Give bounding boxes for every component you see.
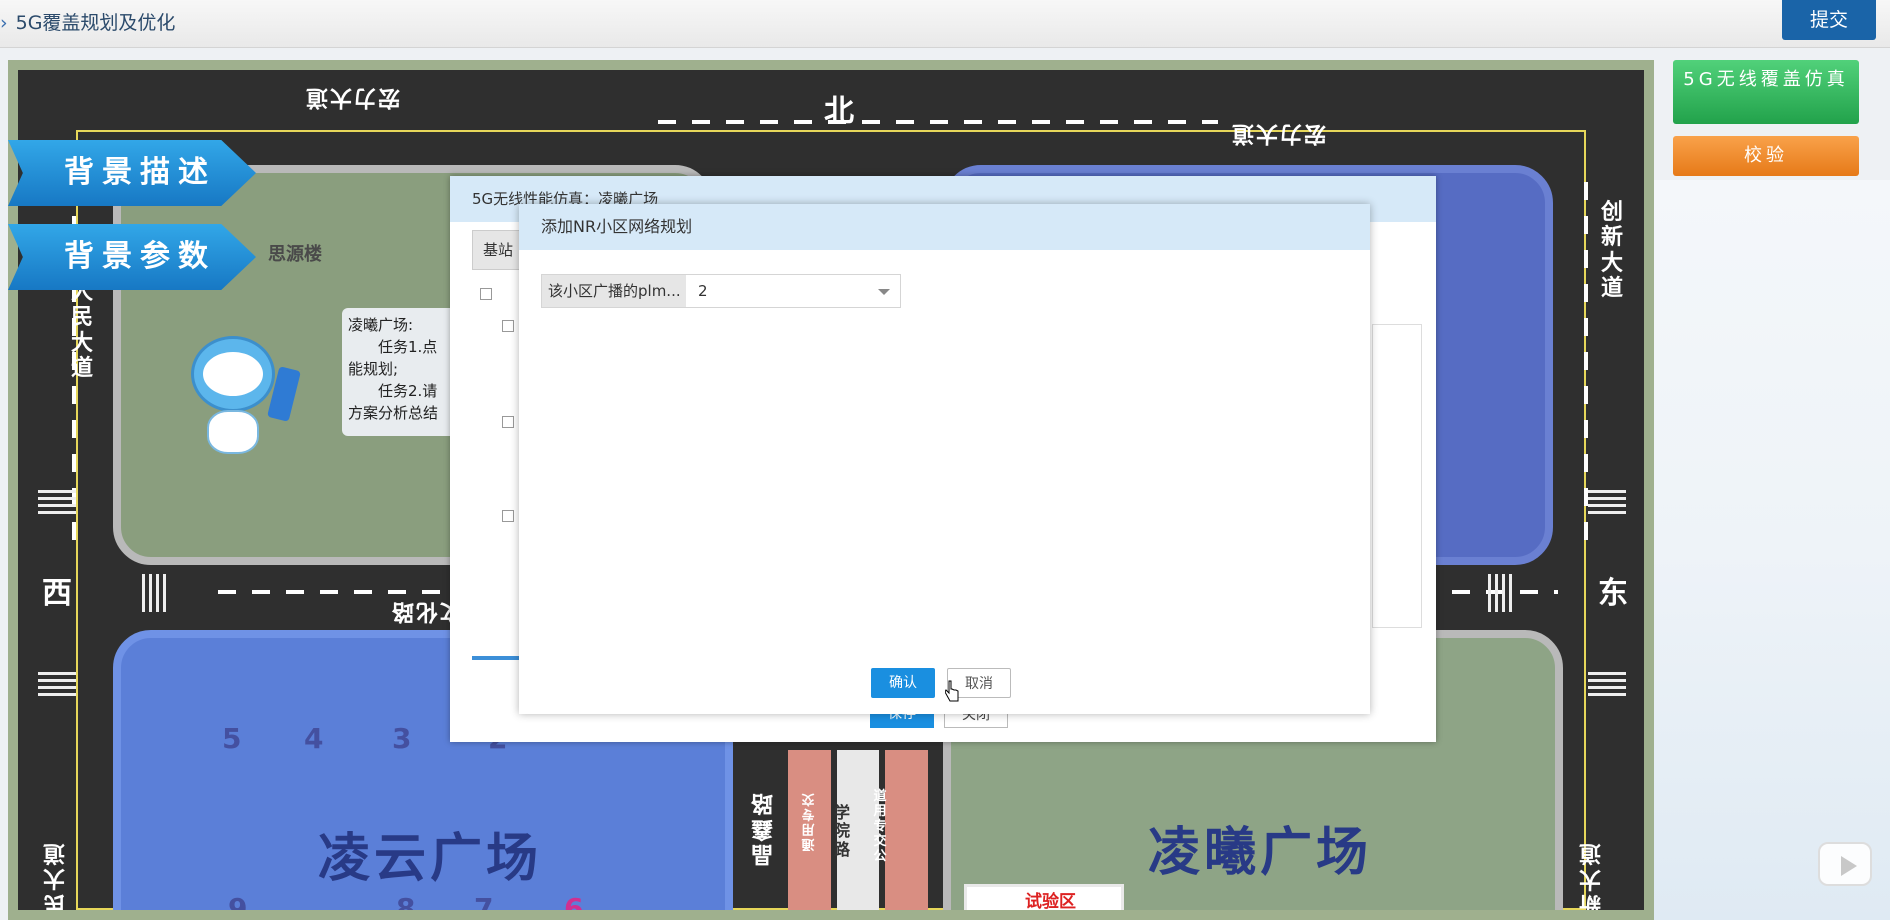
road-label-left-bottom: 人民大道 <box>41 840 66 916</box>
add-nr-cell-dialog: 添加NR小区网络规划 该小区广播的plm... 2 确认 取消 <box>519 204 1370 714</box>
lane-marking <box>1584 180 1588 540</box>
crosswalk <box>142 574 168 612</box>
tree-toggle-icon[interactable] <box>502 320 514 332</box>
direction-west: 西 <box>42 576 72 611</box>
building-number: 3 <box>392 722 412 755</box>
side-panel <box>1372 324 1422 628</box>
robot-body <box>207 410 259 454</box>
crosswalk <box>38 670 76 696</box>
tree-toggle-icon[interactable] <box>502 416 514 428</box>
road-label-bus1: 通用专交 <box>799 790 815 851</box>
road-label-top: 宏力大道 <box>304 84 401 110</box>
tree-toggle-icon[interactable] <box>502 510 514 522</box>
direction-north: 北 <box>824 94 854 129</box>
test-area-label: 试验区 <box>1025 892 1076 912</box>
top-bar: › 5G覆盖规划及优化 提交 <box>0 0 1890 48</box>
label-lingyun: 凌云广场 <box>318 829 543 889</box>
plmn-select-value: 2 <box>698 282 708 300</box>
task-speech-bubble: 凌曦广场: 任务1.点 能规划; 任务2.请 方案分析总结 <box>342 308 462 436</box>
road-label-right-bottom: 新大道 <box>1577 840 1602 916</box>
check-button[interactable]: 校验 <box>1673 136 1859 176</box>
test-area: 试验区 <box>964 884 1124 912</box>
plmn-field-label: 该小区广播的plm... <box>542 275 686 307</box>
crosswalk <box>1588 488 1626 514</box>
robot-mascot <box>185 316 305 466</box>
robot-face <box>203 352 263 396</box>
chevron-down-icon <box>878 289 890 295</box>
building-number: 8 <box>396 892 416 920</box>
road-label-right: 创新大道 <box>1600 200 1625 301</box>
building-number: 4 <box>304 722 324 755</box>
building-number: 5 <box>222 722 242 755</box>
breadcrumb-label: 5G覆盖规划及优化 <box>15 12 176 34</box>
dialog-title: 添加NR小区网络规划 <box>519 204 1370 250</box>
road-label-jing: 晶鑫路 <box>749 790 774 866</box>
background-params-ribbon[interactable]: 背景参数 <box>8 224 256 290</box>
crosswalk <box>1588 670 1626 696</box>
play-icon[interactable] <box>1818 842 1872 886</box>
building-number: 7 <box>474 892 494 920</box>
plmn-select[interactable]: 2 <box>686 275 900 307</box>
breadcrumb-arrow-icon: › <box>0 12 8 34</box>
crosswalk <box>38 488 76 514</box>
dialog-actions: 确认 取消 <box>871 668 1011 698</box>
submit-button[interactable]: 提交 <box>1782 0 1876 40</box>
background-decoration <box>1654 180 1890 920</box>
building-number: 6 <box>564 892 584 920</box>
lane-marking <box>658 120 1218 124</box>
road-label-left: 人民大道 <box>70 280 95 381</box>
tree-toggle-icon[interactable] <box>480 288 492 300</box>
road-label-xueyuan: 学院路 <box>833 803 852 859</box>
breadcrumb: › 5G覆盖规划及优化 <box>0 8 175 35</box>
background-description-ribbon[interactable]: 背景描述 <box>8 140 256 206</box>
5g-coverage-simulation-button[interactable]: 5G无线覆盖仿真 <box>1673 60 1859 124</box>
road-label-ne: 宏力大道 <box>1230 120 1327 146</box>
direction-east: 东 <box>1598 576 1628 611</box>
plmn-field: 该小区广播的plm... 2 <box>541 274 901 308</box>
building-siyuan: 思源楼 <box>268 244 322 265</box>
road-label-bus2: 道用专交公 <box>873 789 889 864</box>
building-number: 9 <box>228 892 248 920</box>
label-lingxi: 凌曦广场 <box>1148 823 1373 883</box>
crosswalk <box>1488 574 1514 612</box>
confirm-button[interactable]: 确认 <box>871 668 935 698</box>
hand-cursor-icon <box>945 680 959 702</box>
